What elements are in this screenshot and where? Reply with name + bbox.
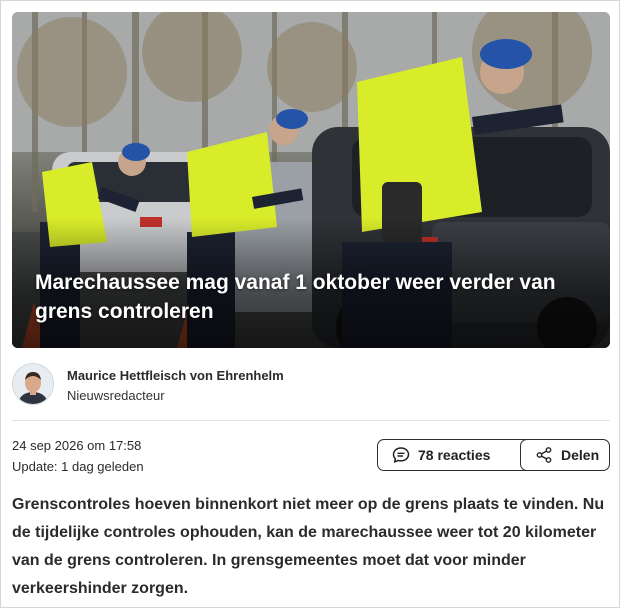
hero-image[interactable]: Marechaussee mag vanaf 1 oktober weer ve… [12,12,610,348]
share-nodes-icon [536,447,552,463]
divider [12,420,610,421]
publish-date: 24 sep 2026 om 17:58 [12,438,142,453]
author-role: Nieuwsredacteur [67,388,165,403]
article-card: Marechaussee mag vanaf 1 oktober weer ve… [0,0,620,608]
comments-button[interactable]: 78 reacties [377,439,532,471]
article-headline[interactable]: Marechaussee mag vanaf 1 oktober weer ve… [35,268,594,326]
author-name[interactable]: Maurice Hettfleisch von Ehrenhelm [67,368,284,383]
speech-bubble-icon [392,447,410,463]
share-label: Delen [561,447,600,463]
article-intro: Grenscontroles hoeven binnenkort niet me… [12,496,605,597]
author-avatar[interactable] [12,363,54,405]
comments-label: 78 reacties [418,447,491,463]
person-avatar-icon [13,364,53,404]
update-time: Update: 1 dag geleden [12,459,144,474]
share-button[interactable]: Delen [520,439,610,471]
author-block: Maurice Hettfleisch von Ehrenhelm Nieuws… [12,363,610,407]
